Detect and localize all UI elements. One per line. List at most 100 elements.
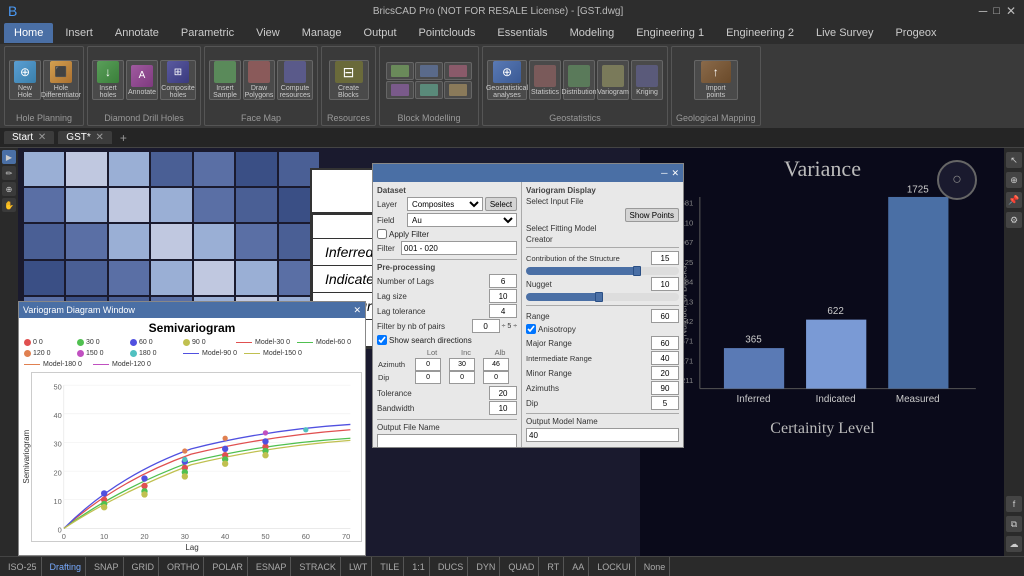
status-snap[interactable]: SNAP <box>90 557 124 576</box>
tab-manage[interactable]: Manage <box>292 23 352 43</box>
azimuth-input-3[interactable] <box>483 358 509 371</box>
add-tab-btn[interactable]: + <box>120 131 127 145</box>
status-grid[interactable]: GRID <box>128 557 160 576</box>
contribution-input[interactable] <box>651 251 679 265</box>
kriging-btn[interactable]: Kriging <box>631 60 663 100</box>
status-quad[interactable]: QUAD <box>504 557 539 576</box>
lag-tolerance-input[interactable] <box>489 304 517 318</box>
tab-view[interactable]: View <box>246 23 290 43</box>
close-gst-tab[interactable]: ✕ <box>96 132 104 143</box>
layer-select[interactable]: Composites <box>407 197 483 211</box>
output-file-input[interactable] <box>377 434 517 447</box>
status-lockui[interactable]: LOCKUI <box>593 557 636 576</box>
status-ducs[interactable]: DUCS <box>434 557 469 576</box>
filter-input[interactable] <box>401 241 517 255</box>
azimuths-input[interactable] <box>651 381 679 395</box>
status-aa[interactable]: AA <box>568 557 589 576</box>
dip-input-1[interactable] <box>415 371 441 384</box>
function-icon[interactable]: f <box>1006 496 1022 512</box>
annotate-btn[interactable]: A Annotate <box>126 60 158 100</box>
dialog-minimize-btn[interactable]: ─ <box>661 168 667 179</box>
dip-input-3[interactable] <box>483 371 509 384</box>
azimuth-input-1[interactable] <box>415 358 441 371</box>
apply-filter-checkbox[interactable] <box>377 229 387 239</box>
hole-differentiator-btn[interactable]: ⬛ HoleDifferentiator <box>43 60 79 100</box>
zoom-tool-btn[interactable]: ⊕ <box>2 182 16 196</box>
cloud-icon[interactable]: ☁ <box>1006 536 1022 552</box>
nugget-input[interactable] <box>651 277 679 291</box>
status-strack[interactable]: STRACK <box>295 557 341 576</box>
pan-tool-btn[interactable]: ✋ <box>2 198 16 212</box>
status-iso25[interactable]: ISO-25 <box>4 557 42 576</box>
dialog-close-btn[interactable]: ✕ <box>671 168 679 179</box>
output-model-input[interactable] <box>526 428 679 442</box>
close-start-tab[interactable]: ✕ <box>38 132 46 143</box>
zoom-icon[interactable]: ⊕ <box>1006 172 1022 188</box>
tab-pointclouds[interactable]: Pointclouds <box>409 23 486 43</box>
bm-btn4[interactable] <box>386 81 414 99</box>
insert-sample-btn[interactable]: InsertSample <box>209 60 241 100</box>
select-btn[interactable]: Select <box>485 197 517 211</box>
status-ortho[interactable]: ORTHO <box>163 557 204 576</box>
bandwidth-input[interactable] <box>489 401 517 415</box>
show-search-checkbox[interactable] <box>377 335 387 345</box>
azimuth-input-2[interactable] <box>449 358 475 371</box>
tab-eng1[interactable]: Engineering 1 <box>626 23 714 43</box>
composite-holes-btn[interactable]: ⊞ Compositeholes <box>160 60 196 100</box>
compute-resources-btn[interactable]: Computeresources <box>277 60 313 100</box>
select-tool-btn[interactable]: ▶ <box>2 150 16 164</box>
filter-pairs-input[interactable] <box>472 319 500 333</box>
show-points-btn[interactable]: Show Points <box>625 208 679 222</box>
dip-input-2[interactable] <box>449 371 475 384</box>
settings-icon[interactable]: ⚙ <box>1006 212 1022 228</box>
minimize-btn[interactable]: ─ <box>979 4 988 18</box>
tab-eng2[interactable]: Engineering 2 <box>716 23 804 43</box>
status-tile[interactable]: TILE <box>376 557 404 576</box>
intermediate-range-input[interactable] <box>651 351 679 365</box>
status-scale[interactable]: 1:1 <box>408 557 430 576</box>
bm-btn3[interactable] <box>444 62 472 80</box>
sub-tab-gst[interactable]: GST* ✕ <box>58 131 112 144</box>
insert-holes-btn[interactable]: ↓ Insertholes <box>92 60 124 100</box>
status-dyn[interactable]: DYN <box>472 557 500 576</box>
statistics-btn[interactable]: Statistics <box>529 60 561 100</box>
status-drafting[interactable]: Drafting <box>46 557 87 576</box>
major-range-input[interactable] <box>651 336 679 350</box>
field-select[interactable]: Au <box>407 213 517 227</box>
nugget-slider[interactable] <box>526 293 679 301</box>
variogram-btn[interactable]: Variogram <box>597 60 629 100</box>
maximize-btn[interactable]: □ <box>993 5 1000 17</box>
status-polar[interactable]: POLAR <box>208 557 248 576</box>
tab-output[interactable]: Output <box>354 23 407 43</box>
status-lwt[interactable]: LWT <box>345 557 372 576</box>
tab-essentials[interactable]: Essentials <box>487 23 557 43</box>
tab-parametric[interactable]: Parametric <box>171 23 244 43</box>
status-esnap[interactable]: ESNAP <box>252 557 292 576</box>
range-input[interactable] <box>651 309 679 323</box>
status-rt[interactable]: RT <box>543 557 564 576</box>
dip2-input[interactable] <box>651 396 679 410</box>
tab-insert[interactable]: Insert <box>55 23 103 43</box>
cursor-icon[interactable]: ↖ <box>1006 152 1022 168</box>
minor-range-input[interactable] <box>651 366 679 380</box>
draw-polygons-btn[interactable]: DrawPolygons <box>243 60 275 100</box>
tab-modeling[interactable]: Modeling <box>560 23 625 43</box>
layer-icon[interactable]: ⧉ <box>1006 516 1022 532</box>
contribution-slider[interactable] <box>526 267 679 275</box>
distribution-btn[interactable]: Distribution <box>563 60 595 100</box>
create-blocks-btn[interactable]: ⊟ CreateBlocks <box>329 60 369 100</box>
bm-btn2[interactable] <box>415 62 443 80</box>
tab-live-survey[interactable]: Live Survey <box>806 23 883 43</box>
close-semivariogram-btn[interactable]: ✕ <box>353 305 361 316</box>
bm-btn1[interactable] <box>386 62 414 80</box>
bm-btn6[interactable] <box>444 81 472 99</box>
pin-icon[interactable]: 📌 <box>1006 192 1022 208</box>
geostatistical-analyses-btn[interactable]: ⊕ Geostatisticalanalyses <box>487 60 527 100</box>
draw-tool-btn[interactable]: ✏ <box>2 166 16 180</box>
bm-btn5[interactable] <box>415 81 443 99</box>
lag-size-input[interactable] <box>489 289 517 303</box>
tab-home[interactable]: Home <box>4 23 53 43</box>
anisotropy-checkbox[interactable] <box>526 324 536 334</box>
close-btn[interactable]: ✕ <box>1006 4 1016 18</box>
import-points-btn[interactable]: ↑ Importpoints <box>694 60 738 100</box>
